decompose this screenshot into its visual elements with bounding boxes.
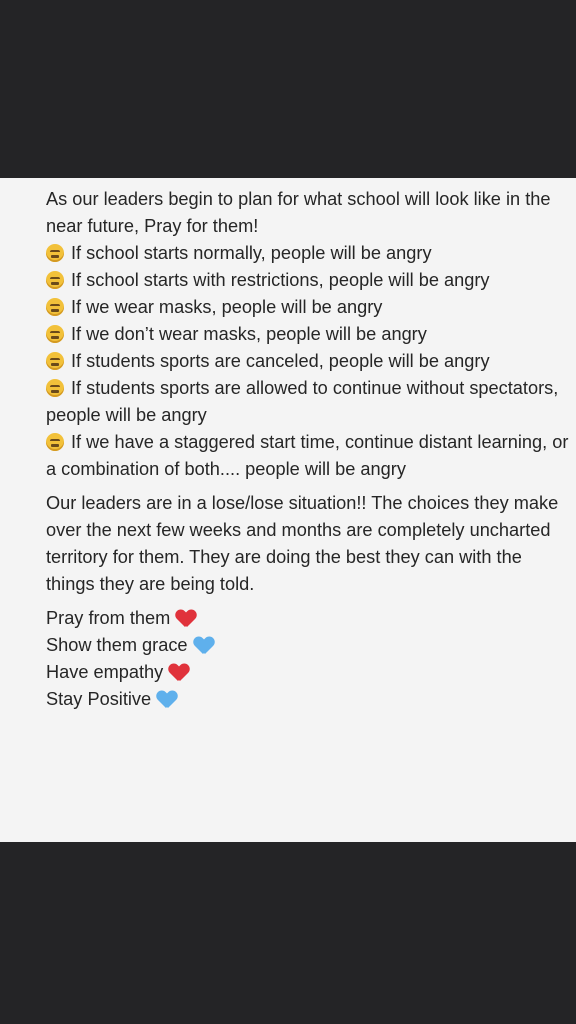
- situation-paragraph: Our leaders are in a lose/lose situation…: [46, 493, 559, 594]
- blue-heart-icon: [194, 636, 214, 654]
- scenario-line: If school starts normally, people will b…: [46, 240, 572, 267]
- scenario-text: If students sports are canceled, people …: [71, 351, 490, 371]
- closing-text: Pray from them: [46, 608, 171, 628]
- scenario-line: If we don’t wear masks, people will be a…: [46, 321, 572, 348]
- closing-line: Have empathy: [46, 659, 572, 686]
- blue-heart-icon: [157, 690, 177, 708]
- scenario-line: If students sports are allowed to contin…: [46, 375, 572, 429]
- scenario-line: If school starts with restrictions, peop…: [46, 267, 572, 294]
- scenario-text: If we wear masks, people will be angry: [71, 297, 383, 317]
- scenario-line: If we wear masks, people will be angry: [46, 294, 572, 321]
- red-heart-icon: [169, 663, 189, 681]
- post-text: As our leaders begin to plan for what sc…: [46, 186, 572, 713]
- bottom-letterbox: [0, 842, 576, 1024]
- top-letterbox: [0, 0, 576, 178]
- closing-text: Show them grace: [46, 635, 188, 655]
- weary-face-icon: [46, 379, 64, 397]
- scenario-text: If school starts with restrictions, peop…: [71, 270, 490, 290]
- closing-line: Pray from them: [46, 605, 572, 632]
- scenario-line: If students sports are canceled, people …: [46, 348, 572, 375]
- scenario-text: If students sports are allowed to contin…: [46, 378, 559, 425]
- post-intro: As our leaders begin to plan for what sc…: [46, 189, 551, 236]
- scenario-text: If we have a staggered start time, conti…: [46, 432, 569, 479]
- closing-line: Show them grace: [46, 632, 572, 659]
- weary-face-icon: [46, 352, 64, 370]
- weary-face-icon: [46, 298, 64, 316]
- weary-face-icon: [46, 244, 64, 262]
- closing-line: Stay Positive: [46, 686, 572, 713]
- scenario-text: If school starts normally, people will b…: [71, 243, 432, 263]
- closing-text: Stay Positive: [46, 689, 152, 709]
- scenario-line: If we have a staggered start time, conti…: [46, 429, 572, 483]
- post-card: As our leaders begin to plan for what sc…: [0, 178, 576, 842]
- red-heart-icon: [176, 609, 196, 627]
- scenario-text: If we don’t wear masks, people will be a…: [71, 324, 427, 344]
- weary-face-icon: [46, 433, 64, 451]
- weary-face-icon: [46, 271, 64, 289]
- weary-face-icon: [46, 325, 64, 343]
- closing-text: Have empathy: [46, 662, 164, 682]
